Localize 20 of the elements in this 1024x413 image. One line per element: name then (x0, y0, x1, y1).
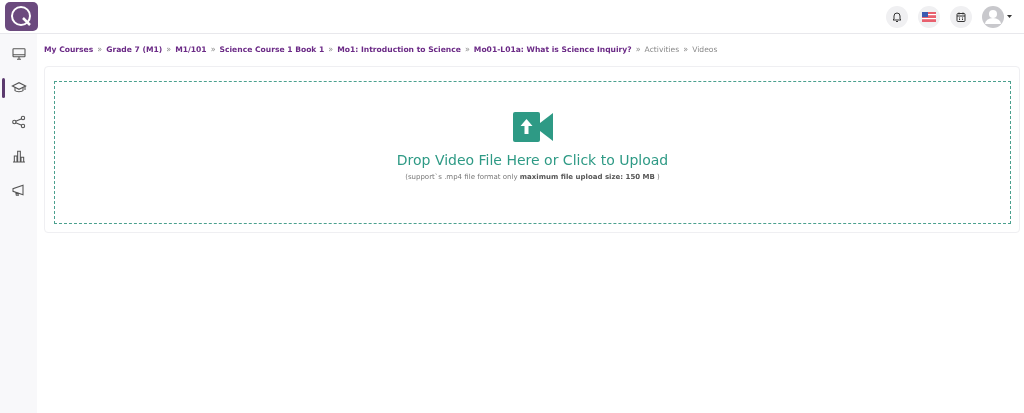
bell-button[interactable] (886, 5, 908, 28)
calendar-icon[interactable] (955, 10, 967, 23)
breadcrumb-separator: » (166, 44, 172, 54)
monitor-icon[interactable] (10, 46, 27, 62)
video-upload-icon (512, 112, 553, 142)
breadcrumb-separator: » (97, 44, 103, 54)
breadcrumb-separator: » (210, 44, 216, 54)
flag-button[interactable] (918, 5, 940, 28)
breadcrumb-separator: » (328, 44, 334, 54)
flag-icon[interactable] (922, 11, 936, 22)
breadcrumb-separator: » (464, 44, 470, 54)
breadcrumb-separator: » (683, 44, 689, 54)
bell-icon[interactable] (891, 10, 903, 23)
share-nodes-icon[interactable] (10, 114, 27, 130)
upload-title: Drop Video File Here or Click to Upload (396, 152, 669, 168)
calendar-button[interactable] (950, 5, 972, 28)
breadcrumb-separator: » (635, 44, 641, 54)
megaphone-icon[interactable] (10, 182, 27, 198)
logo[interactable] (5, 2, 38, 31)
bar-chart-icon[interactable] (10, 148, 27, 164)
